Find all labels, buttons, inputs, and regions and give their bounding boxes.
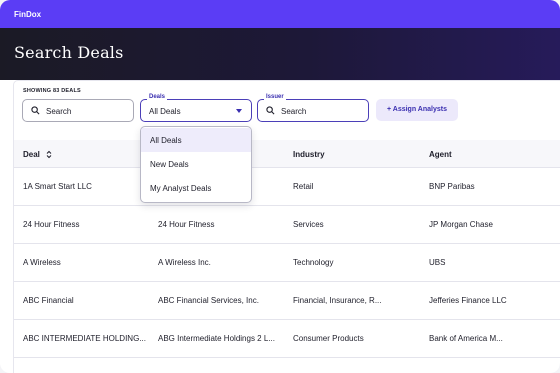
cell-industry: Technology: [293, 258, 334, 267]
top-bar: FinDox: [0, 0, 560, 28]
cell-industry: Retail: [293, 182, 314, 191]
search-icon: [31, 106, 40, 115]
deals-option-new[interactable]: New Deals: [141, 152, 251, 176]
brand-logo[interactable]: FinDox: [14, 10, 41, 19]
column-header-industry[interactable]: Industry: [293, 150, 325, 159]
deals-dropdown-menu: All Deals New Deals My Analyst Deals: [140, 126, 252, 203]
cell-issuer: A Wireless Inc.: [158, 258, 211, 267]
cell-deal: A Wireless: [23, 258, 61, 267]
table-row[interactable]: ABC Financial ABC Financial Services, In…: [14, 282, 560, 320]
deal-search-input[interactable]: Search: [22, 99, 134, 122]
sort-icon[interactable]: [46, 150, 52, 159]
cell-agent: UBS: [429, 258, 446, 267]
cell-agent: JP Morgan Chase: [429, 220, 493, 229]
cell-issuer: ABG Intermediate Holdings 2 L...: [158, 334, 275, 343]
cell-industry: Consumer Products: [293, 334, 364, 343]
assign-analysts-button[interactable]: + Assign Analysts: [376, 99, 458, 121]
table-row[interactable]: 24 Hour Fitness 24 Hour Fitness Services…: [14, 206, 560, 244]
page-title: Search Deals: [14, 43, 124, 62]
page-header: Search Deals: [0, 28, 560, 80]
deals-select[interactable]: Deals All Deals: [140, 94, 252, 122]
table-row[interactable]: ABC INTERMEDIATE HOLDING... ABG Intermed…: [14, 320, 560, 358]
table-row[interactable]: 1A Smart Start LLC Retail BNP Paribas: [14, 168, 560, 206]
cell-issuer: ABC Financial Services, Inc.: [158, 296, 259, 305]
table-header: Deal Industry Agent: [14, 140, 560, 168]
chevron-down-icon: [236, 109, 242, 113]
cell-deal: ABC INTERMEDIATE HOLDING...: [23, 334, 146, 343]
column-header-deal-label: Deal: [23, 150, 40, 159]
deals-select-value: All Deals: [149, 107, 181, 116]
deals-option-my-analyst[interactable]: My Analyst Deals: [141, 176, 251, 200]
table-row[interactable]: A Wireless A Wireless Inc. Technology UB…: [14, 244, 560, 282]
result-count: SHOWING 83 DEALS: [23, 88, 81, 94]
cell-industry: Financial, Insurance, R...: [293, 296, 382, 305]
cell-deal: 24 Hour Fitness: [23, 220, 80, 229]
issuer-search-placeholder: Search: [281, 107, 307, 116]
cell-agent: BNP Paribas: [429, 182, 475, 191]
issuer-search-input[interactable]: Issuer Search: [257, 94, 369, 122]
column-header-agent[interactable]: Agent: [429, 150, 452, 159]
column-header-deal[interactable]: Deal: [23, 150, 52, 159]
issuer-field-label: Issuer: [264, 94, 286, 100]
cell-agent: Jefferies Finance LLC: [429, 296, 507, 305]
deal-search-placeholder: Search: [46, 107, 72, 116]
deals-select-label: Deals: [147, 94, 168, 100]
deals-option-all[interactable]: All Deals: [141, 128, 251, 152]
cell-deal: 1A Smart Start LLC: [23, 182, 92, 191]
cell-issuer: 24 Hour Fitness: [158, 220, 215, 229]
search-icon: [266, 106, 275, 115]
cell-deal: ABC Financial: [23, 296, 74, 305]
cell-industry: Services: [293, 220, 324, 229]
app-window: FinDox Search Deals SHOWING 83 DEALS Sea…: [0, 0, 560, 373]
cell-agent: Bank of America M...: [429, 334, 503, 343]
